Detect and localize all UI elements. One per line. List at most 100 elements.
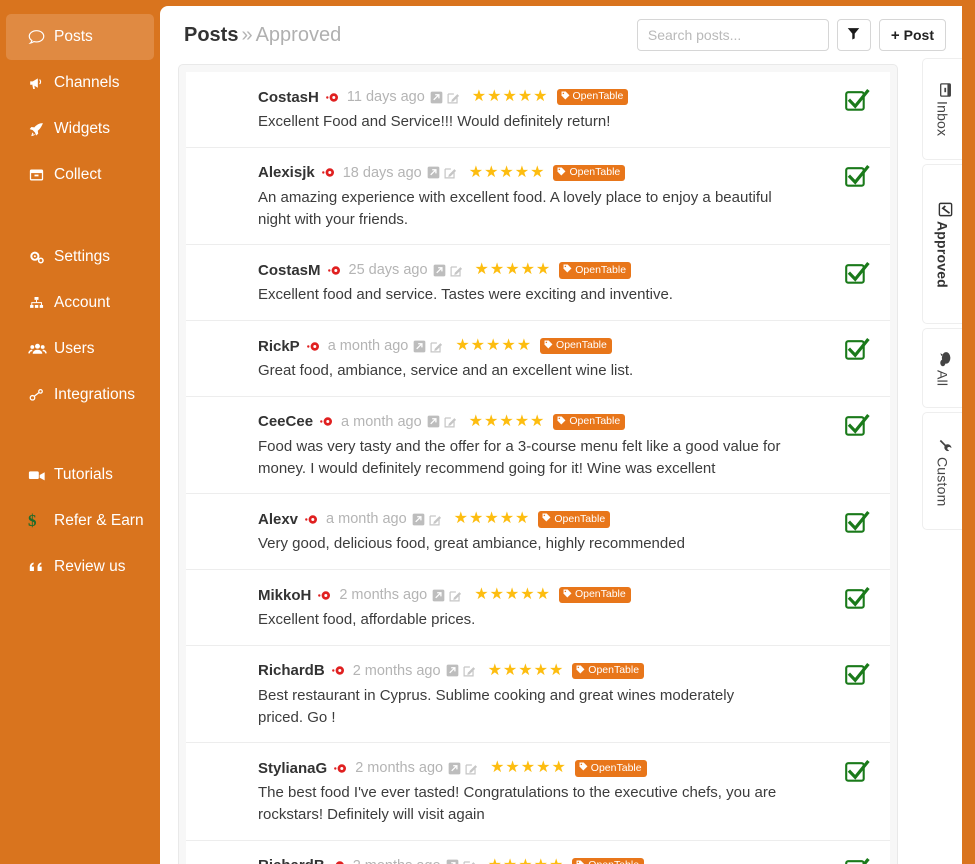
tab-inbox[interactable]: Inbox xyxy=(922,58,962,160)
post-text: The best food I've ever tasted! Congratu… xyxy=(258,784,777,823)
external-link-icon[interactable] xyxy=(413,340,426,353)
tab-all[interactable]: All xyxy=(922,328,962,408)
search-input[interactable] xyxy=(636,19,829,51)
star-icon: ★ xyxy=(499,163,514,181)
approve-cell xyxy=(824,584,890,631)
star-icon: ★ xyxy=(489,261,505,279)
star-rating: ★★★★★ xyxy=(490,760,567,776)
edit-pencil-icon[interactable] xyxy=(429,513,442,526)
edit-pencil-icon[interactable] xyxy=(463,664,476,677)
external-link-icon[interactable] xyxy=(448,762,461,775)
sidebar-item-collect[interactable]: Collect xyxy=(6,152,154,198)
tag-icon xyxy=(576,860,585,864)
post-row[interactable]: RichardB2 months ago★★★★★OpenTableOutsta… xyxy=(186,840,890,864)
approved-check-icon[interactable] xyxy=(844,413,870,444)
edit-pencil-icon[interactable] xyxy=(449,589,462,602)
star-icon: ★ xyxy=(536,759,551,777)
sidebar-item-posts[interactable]: Posts xyxy=(6,14,154,60)
sidebar-item-account[interactable]: Account xyxy=(6,280,154,326)
edit-pencil-icon[interactable] xyxy=(463,859,476,864)
tab-label: Custom xyxy=(934,456,951,507)
approve-cell xyxy=(824,86,890,133)
sidebar-item-label: Channels xyxy=(54,74,120,91)
location-marker-icon xyxy=(334,763,348,774)
users-icon xyxy=(28,341,54,357)
star-icon: ★ xyxy=(502,661,518,679)
tab-label: Approved xyxy=(934,221,951,288)
approved-check-icon[interactable] xyxy=(844,164,870,195)
sidebar-item-widgets[interactable]: Widgets xyxy=(6,106,154,152)
post-timestamp: a month ago xyxy=(327,338,409,354)
source-label: OpenTable xyxy=(569,415,621,427)
new-post-button[interactable]: + Post xyxy=(878,19,946,51)
approved-check-icon[interactable] xyxy=(844,261,870,292)
external-link-icon[interactable] xyxy=(412,513,425,526)
external-link-icon[interactable] xyxy=(432,589,445,602)
location-marker-icon xyxy=(325,92,340,103)
edit-pencil-icon[interactable] xyxy=(444,415,457,428)
post-row[interactable]: RickP a month ago ★ ★ ★ ★ ★ OpenTable Great food… xyxy=(186,321,890,397)
sidebar-item-refer-earn[interactable]: $ Refer & Earn xyxy=(6,498,154,544)
post-row[interactable]: CostasM 25 days ago ★ ★ ★ ★ ★ OpenTable Excellen… xyxy=(186,245,890,321)
source-label: OpenTable xyxy=(588,664,640,676)
post-timestamp: 18 days ago xyxy=(342,164,422,181)
approved-check-icon[interactable] xyxy=(844,586,870,617)
tag-icon xyxy=(579,762,588,774)
external-link-icon[interactable] xyxy=(427,166,440,179)
sidebar-item-label: Tutorials xyxy=(54,466,113,483)
post-timestamp: 11 days ago xyxy=(346,89,425,105)
post-row[interactable]: Alexv a month ago ★ ★ ★ ★ ★ OpenTable Very good,… xyxy=(186,494,890,570)
external-link-icon[interactable] xyxy=(430,91,443,104)
post-author: RichardB xyxy=(258,857,325,864)
post-text: Great food, ambiance, service and an exc… xyxy=(258,362,634,379)
source-badge: OpenTable xyxy=(556,88,629,106)
sidebar-item-settings[interactable]: Settings xyxy=(6,234,154,280)
approved-check-icon[interactable] xyxy=(844,857,870,864)
external-link-icon[interactable] xyxy=(433,264,446,277)
edit-pencil-icon[interactable] xyxy=(465,762,478,775)
post-meta: CostasM 25 days ago ★ ★ ★ ★ ★ OpenTable xyxy=(258,259,814,281)
star-rating: ★★★★★ xyxy=(472,89,549,105)
edit-pencil-icon[interactable] xyxy=(450,264,463,277)
sidebar-item-users[interactable]: Users xyxy=(6,326,154,372)
edit-pencil-icon[interactable] xyxy=(447,91,460,104)
filter-button[interactable] xyxy=(836,19,871,51)
sidebar-item-integrations[interactable]: Integrations xyxy=(6,372,154,418)
tab-label: Inbox xyxy=(934,101,951,137)
post-author: Alexisjk xyxy=(258,164,315,182)
post-author: RickP xyxy=(258,337,300,355)
sidebar-item-tutorials[interactable]: Tutorials xyxy=(6,452,154,498)
edit-pencil-icon[interactable] xyxy=(444,166,457,179)
approved-check-icon[interactable] xyxy=(844,337,870,368)
post-row[interactable]: Alexisjk 18 days ago ★ ★ ★ ★ ★ OpenTable An amaz… xyxy=(186,147,890,246)
external-link-icon[interactable] xyxy=(427,415,440,428)
post-body: RichardB 2 months ago ★ ★ ★ ★ ★ OpenTable Best r… xyxy=(258,660,824,729)
approved-check-icon[interactable] xyxy=(844,88,870,119)
post-row[interactable]: CeeCee a month ago ★ ★ ★ ★ ★ OpenTable Food was … xyxy=(186,396,890,495)
post-text: Food was very tasty and the offer for a … xyxy=(258,437,781,477)
external-link-icon[interactable] xyxy=(446,664,459,677)
sidebar-item-label: Posts xyxy=(54,28,93,45)
approved-check-icon[interactable] xyxy=(844,759,870,790)
tab-approved[interactable]: Approved xyxy=(922,164,962,324)
approved-check-icon[interactable] xyxy=(844,510,870,541)
app-root: Posts Channels Widgets Collect Settings … xyxy=(0,0,975,864)
tab-custom[interactable]: Custom xyxy=(922,412,962,530)
star-icon: ★ xyxy=(502,88,517,105)
post-body: Alexisjk 18 days ago ★ ★ ★ ★ ★ OpenTable An amaz… xyxy=(258,162,824,231)
edit-pencil-icon[interactable] xyxy=(430,340,443,353)
approved-check-icon[interactable] xyxy=(844,662,870,693)
star-icon: ★ xyxy=(518,857,532,864)
post-row[interactable]: RichardB 2 months ago ★ ★ ★ ★ ★ OpenTable Best r… xyxy=(186,645,890,744)
post-row[interactable]: CostasH 11 days ago ★ ★ ★ ★ ★ OpenTable Excellen… xyxy=(186,72,890,148)
sidebar-item-channels[interactable]: Channels xyxy=(6,60,154,106)
sidebar-item-review-us[interactable]: Review us xyxy=(6,544,154,590)
external-link-icon[interactable] xyxy=(446,859,459,864)
post-meta: Alexv a month ago ★ ★ ★ ★ ★ OpenTable xyxy=(258,508,814,530)
post-text: Excellent Food and Service!!! Would defi… xyxy=(258,113,611,130)
post-author: StylianaG xyxy=(258,759,328,777)
star-icon: ★ xyxy=(487,661,502,679)
post-row[interactable]: MikkoH 2 months ago ★ ★ ★ ★ ★ OpenTable Excellen… xyxy=(186,570,890,646)
post-row[interactable]: StylianaG 2 months ago ★ ★ ★ ★ ★ OpenTable The b… xyxy=(186,743,890,841)
breadcrumb-main[interactable]: Posts xyxy=(184,24,238,46)
